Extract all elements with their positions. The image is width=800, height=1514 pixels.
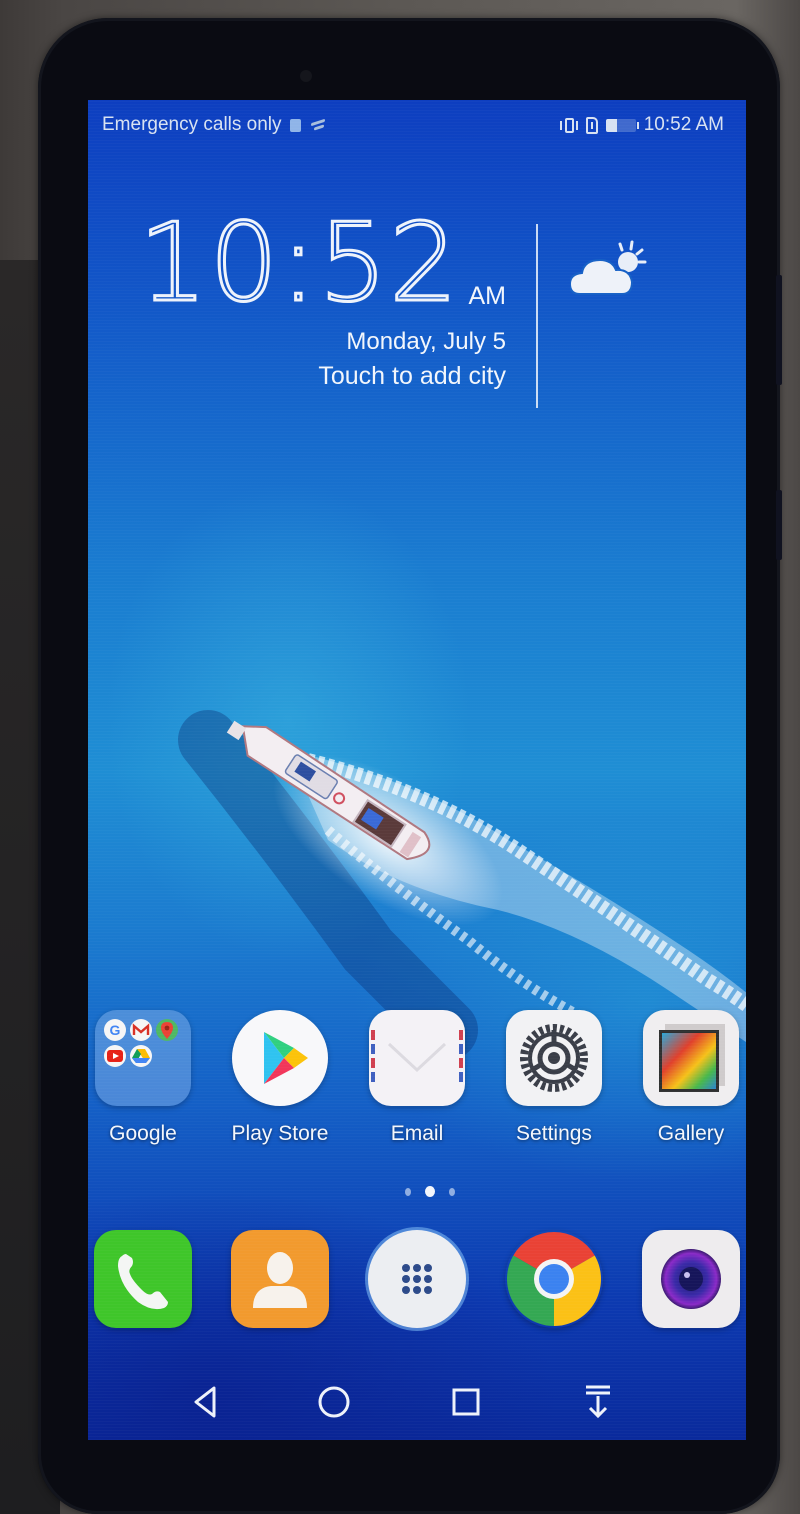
app-label: Email — [390, 1122, 444, 1145]
camera-icon[interactable] — [642, 1230, 740, 1328]
recents-button[interactable] — [446, 1382, 486, 1422]
clock-date: Monday, July 5 — [346, 328, 506, 355]
home-screen: Emergency calls only 10:52 AM 10:52 AM M… — [88, 100, 746, 1440]
clock-weather-widget[interactable]: 10:52 AM Monday, July 5 Touch to add cit… — [88, 208, 746, 410]
settings-gear-icon[interactable] — [506, 1010, 602, 1106]
gallery-icon[interactable] — [643, 1010, 739, 1106]
carrier-status: Emergency calls only — [102, 114, 282, 135]
app-label: Play Store — [231, 1122, 329, 1145]
app-settings[interactable]: Settings — [499, 1010, 609, 1146]
dock-phone[interactable] — [88, 1230, 198, 1328]
front-camera — [300, 70, 312, 82]
dock — [88, 1230, 746, 1328]
power-button — [776, 490, 782, 560]
home-app-row: G Google Play Store Email Settings Galle… — [88, 1010, 746, 1146]
phone-icon[interactable] — [94, 1230, 192, 1328]
app-label: Google — [109, 1122, 177, 1145]
email-icon[interactable] — [369, 1010, 465, 1106]
page-dot[interactable] — [405, 1187, 411, 1196]
play-store-icon[interactable] — [232, 1010, 328, 1106]
app-email[interactable]: Email — [362, 1010, 472, 1146]
wifi-icon — [309, 119, 327, 131]
dock-chrome[interactable] — [499, 1230, 609, 1328]
contacts-icon[interactable] — [231, 1230, 329, 1328]
google-folder-icon[interactable]: G — [95, 1010, 191, 1106]
dock-camera[interactable] — [636, 1230, 746, 1328]
battery-icon — [605, 118, 639, 132]
chrome-icon[interactable] — [505, 1230, 603, 1328]
volume-button — [776, 275, 782, 385]
dock-app-drawer[interactable] — [362, 1230, 472, 1328]
app-drawer-icon[interactable] — [368, 1230, 466, 1328]
app-play-store[interactable]: Play Store — [225, 1010, 335, 1146]
status-time: 10:52 AM — [643, 114, 724, 135]
app-label: Gallery — [657, 1122, 725, 1145]
page-dot-active[interactable] — [425, 1186, 435, 1197]
svg-text:G: G — [110, 1022, 121, 1038]
home-button[interactable] — [314, 1382, 354, 1422]
back-button[interactable] — [186, 1382, 226, 1422]
partly-cloudy-icon[interactable] — [570, 240, 648, 300]
vibrate-icon — [559, 117, 578, 134]
navigation-bar — [88, 1370, 746, 1430]
add-city-link[interactable]: Touch to add city — [318, 362, 506, 391]
page-indicator[interactable] — [88, 1186, 746, 1197]
notification-pulldown-button[interactable] — [578, 1382, 618, 1422]
page-dot[interactable] — [449, 1187, 455, 1196]
status-bar: Emergency calls only 10:52 AM — [88, 100, 746, 150]
app-gallery[interactable]: Gallery — [636, 1010, 746, 1146]
clock-time[interactable]: 10:52 — [137, 208, 460, 319]
dock-contacts[interactable] — [225, 1230, 335, 1328]
app-label: Settings — [516, 1122, 592, 1145]
app-google-folder[interactable]: G Google — [88, 1010, 198, 1146]
sim-icon — [289, 118, 301, 132]
widget-divider — [536, 224, 538, 408]
no-sim-icon — [585, 116, 598, 134]
clock-ampm: AM — [468, 282, 507, 310]
